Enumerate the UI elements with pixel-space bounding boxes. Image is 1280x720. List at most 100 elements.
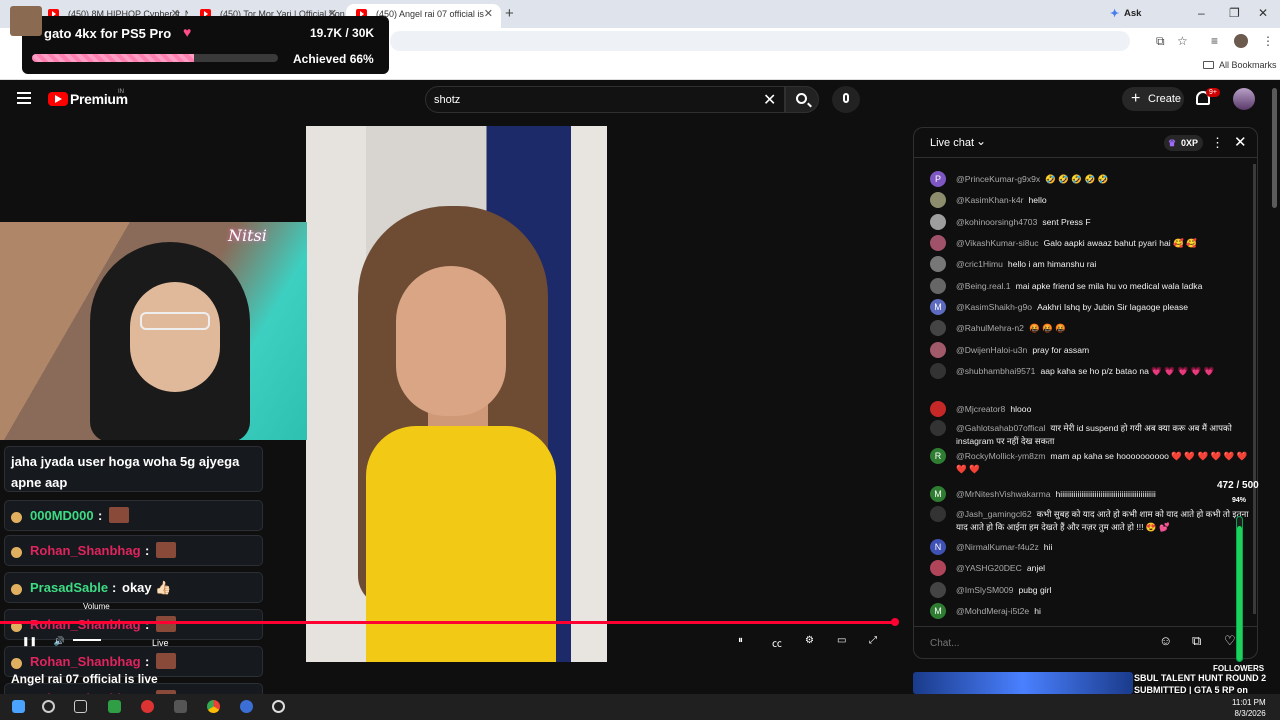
new-tab-icon[interactable]: + [505,5,514,22]
chat-username[interactable]: @KasimShaikh-g9o [956,302,1032,312]
chat-avatar[interactable]: R [930,448,946,464]
chat-username[interactable]: @cric1Himu [956,259,1003,269]
chat-avatar[interactable] [930,256,946,272]
create-button[interactable]: + Create [1122,87,1184,111]
chat-username[interactable]: @shubhambhai9571 [956,366,1035,376]
maximize-icon[interactable]: ❐ [1229,6,1240,20]
chat-avatar[interactable] [930,214,946,230]
account-avatar[interactable] [1233,88,1255,110]
chat-avatar[interactable] [930,506,946,522]
start-icon[interactable] [12,700,25,713]
hamburger-menu-icon[interactable] [17,92,31,104]
chat-text: 🤣 🤣 🤣 🤣 🤣 [1045,174,1109,184]
live-chat-title[interactable]: Live chat [930,137,974,149]
taskbar-app-icon[interactable] [141,700,154,713]
close-window-icon[interactable]: ✕ [1258,6,1268,20]
chat-avatar[interactable] [930,401,946,417]
obs-icon[interactable] [272,700,285,713]
voice-search-button[interactable] [832,86,860,113]
taskbar-app-icon[interactable] [240,700,253,713]
chevron-down-icon[interactable]: ⌄ [976,134,986,148]
install-app-icon[interactable]: ⧉ [1156,34,1165,49]
chat-avatar[interactable] [930,278,946,294]
chat-avatar[interactable] [930,420,946,436]
chat-avatar[interactable] [930,235,946,251]
chat-input[interactable] [930,633,1160,653]
chat-username[interactable]: @YASHG20DEC [956,563,1022,573]
search-input[interactable] [434,92,754,108]
volume-icon[interactable]: 🔊 [54,636,65,646]
emoji-icon [11,547,22,558]
chat-avatar[interactable]: M [930,486,946,502]
chat-username[interactable]: @ImSlySM009 [956,585,1013,595]
chat-username[interactable]: @Being.real.1 [956,281,1011,291]
chat-username[interactable]: @KasimKhan-k4r [956,195,1023,205]
search-icon[interactable] [42,700,55,713]
chat-avatar[interactable]: N [930,539,946,555]
chat-username[interactable]: @MohdMeraj-i5t2e [956,606,1029,616]
bookmark-star-icon[interactable]: ☆ [1177,34,1188,48]
xp-badge[interactable]: ♛ 0XP [1164,135,1204,151]
chat-avatar[interactable] [930,560,946,576]
chat-username[interactable]: @VikashKumar-si8uc [956,238,1039,248]
live-chat-header: Live chat ⌄ ♛ 0XP ⋮ ✕ [914,128,1257,158]
page-scrollbar[interactable] [1272,88,1277,208]
search-button[interactable] [785,86,819,113]
chat-avatar[interactable]: P [930,171,946,187]
all-bookmarks-button[interactable]: All Bookmarks [1203,60,1277,70]
close-tab-icon[interactable]: ✕ [484,4,493,24]
task-view-icon[interactable] [74,700,87,713]
ask-gemini-button[interactable]: ✦ Ask Gemini [1104,4,1176,39]
emoji-icon[interactable]: ☺ [1159,633,1172,648]
chat-username[interactable]: @RockyMollick-ym8zm [956,451,1045,461]
chrome-icon[interactable] [207,700,220,713]
chat-avatar[interactable] [930,342,946,358]
taskbar-app-icon[interactable] [174,700,187,713]
video-progress-bar[interactable] [0,621,897,624]
chat-username[interactable]: @MrNiteshVishwakarma [956,489,1051,499]
chat-avatar[interactable] [930,192,946,208]
chat-username[interactable]: @RahulMehra-n2 [956,323,1024,333]
chat-avatar[interactable]: M [930,603,946,619]
chat-avatar[interactable] [930,582,946,598]
minimize-icon[interactable]: – [1198,6,1205,20]
chat-avatar[interactable]: M [930,299,946,315]
chat-text: pray for assam [1032,345,1090,355]
chat-avatar[interactable] [930,363,946,379]
pause-icon[interactable]: ❚❚ [22,636,37,646]
chat-scrollbar[interactable] [1253,164,1256,614]
system-clock[interactable]: 11:01 PM 8/3/2026 [1232,697,1266,719]
autoplay-toggle-icon[interactable]: ⏸ [738,635,752,649]
chat-username[interactable]: @PrinceKumar-g9x9x [956,174,1040,184]
taskbar-app-icon[interactable] [108,700,121,713]
live-stream-video[interactable] [306,126,607,662]
folder-icon [1203,61,1214,69]
chat-text: hello i am himanshu rai [1007,259,1097,269]
chat-username[interactable]: @NirmalKumar-f4u2z [956,542,1039,552]
clear-search-icon[interactable]: ✕ [763,90,776,110]
media-controls-icon[interactable]: ≡ [1211,34,1218,48]
search-box[interactable] [425,86,785,113]
theater-mode-icon[interactable]: ▭ [837,635,851,649]
captions-icon[interactable]: ㏄ [772,635,786,650]
close-chat-icon[interactable]: ✕ [1234,133,1247,151]
chat-username[interactable]: @Jash_gamingcl62 [956,509,1032,519]
profile-avatar[interactable] [1234,34,1248,48]
volume-slider[interactable] [73,639,102,641]
chat-username[interactable]: @kohinoorsingh4703 [956,217,1037,227]
address-bar[interactable] [390,31,1130,51]
more-menu-icon[interactable]: ⋮ [1262,34,1274,48]
settings-gear-icon[interactable]: ⚙ [805,635,819,649]
fullscreen-icon[interactable]: ⤢ [869,635,883,649]
super-chat-icon[interactable]: ⧉ [1192,633,1201,649]
heart-reaction-icon[interactable]: ♡ [1224,633,1236,649]
progress-scrubber[interactable] [891,618,899,626]
more-options-icon[interactable]: ⋮ [1211,135,1224,151]
chat-avatar[interactable] [930,320,946,336]
chat-username[interactable]: @Mjcreator8 [956,404,1005,414]
youtube-logo-icon[interactable] [48,92,68,106]
player-left-controls: ❚❚ 🔊 [22,636,102,647]
chat-username[interactable]: @Gahlotsahab07offical [956,423,1045,433]
chat-username[interactable]: @DwijenHaloi-u3n [956,345,1027,355]
live-indicator[interactable]: Live [152,638,169,648]
